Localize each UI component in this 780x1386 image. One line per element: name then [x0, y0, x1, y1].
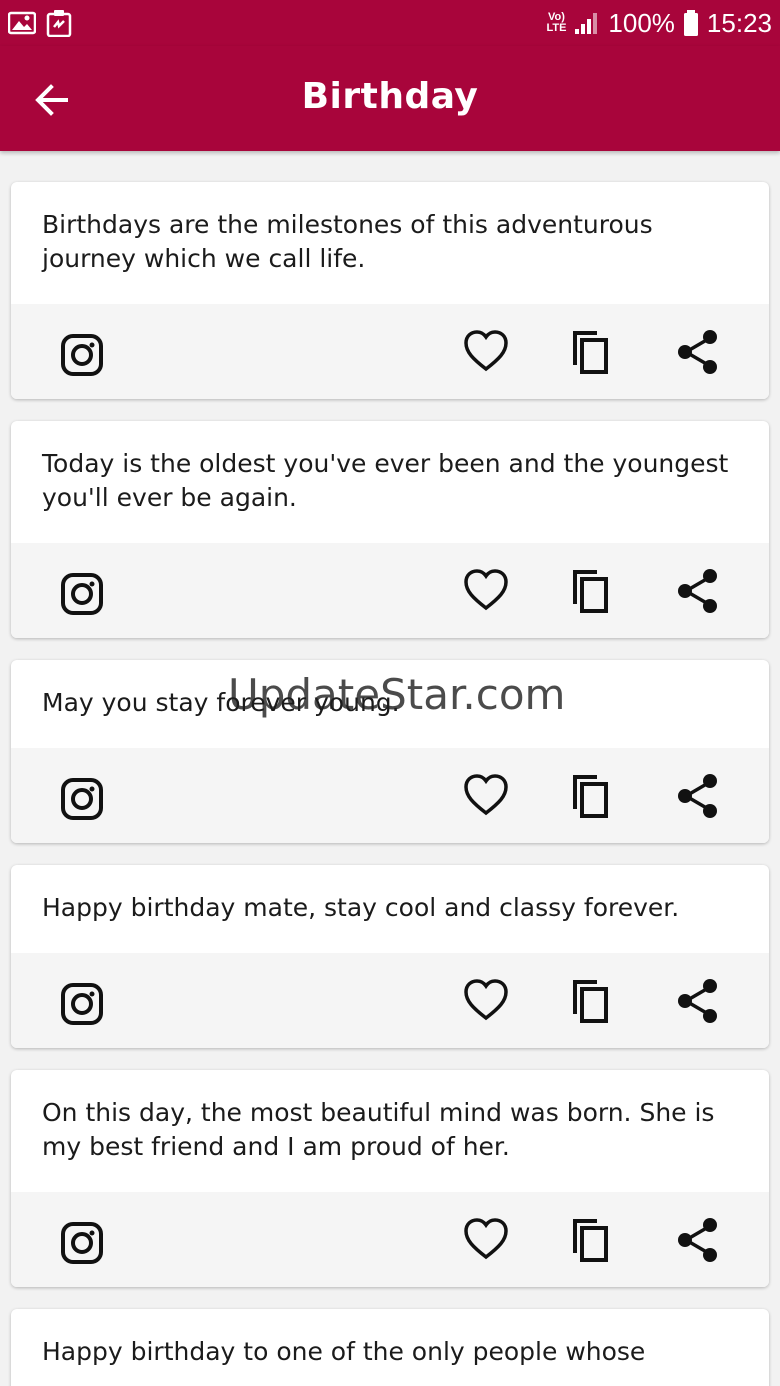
copy-button[interactable] — [567, 976, 617, 1026]
copy-icon — [573, 570, 608, 613]
gallery-icon — [8, 11, 36, 35]
heart-icon — [464, 330, 508, 372]
quote-card: Birthdays are the milestones of this adv… — [11, 182, 769, 399]
quote-card: On this day, the most beautiful mind was… — [11, 1070, 769, 1287]
quote-actions — [11, 1192, 769, 1287]
quote-actions — [11, 953, 769, 1048]
copy-button[interactable] — [567, 566, 617, 616]
heart-icon — [464, 774, 508, 816]
share-button[interactable] — [673, 1215, 723, 1265]
quote-card: Happy birthday to one of the only people… — [11, 1309, 769, 1386]
copy-button[interactable] — [567, 1215, 617, 1265]
copy-icon — [573, 775, 608, 818]
instagram-icon — [61, 1222, 103, 1264]
favorite-button[interactable] — [461, 1215, 511, 1265]
share-button[interactable] — [673, 771, 723, 821]
quote-card: May you stay forever young. — [11, 660, 769, 843]
quote-text: Happy birthday mate, stay cool and class… — [42, 893, 680, 922]
quote-text: Happy birthday to one of the only people… — [42, 1337, 646, 1366]
instagram-share-button[interactable] — [57, 1218, 107, 1268]
page-title: Birthday — [301, 76, 479, 117]
favorite-button[interactable] — [461, 327, 511, 377]
volte-indicator: Vo) LTE — [546, 11, 567, 34]
share-icon — [678, 774, 717, 818]
quote-list[interactable]: Birthdays are the milestones of this adv… — [11, 182, 769, 1386]
battery-icon — [683, 10, 698, 36]
heart-icon — [464, 979, 508, 1021]
app-bar: Birthday — [0, 46, 780, 151]
share-button[interactable] — [673, 976, 723, 1026]
instagram-share-button[interactable] — [57, 569, 107, 619]
signal-icon — [575, 13, 598, 34]
share-icon — [678, 1218, 717, 1262]
quote-text: Birthdays are the milestones of this adv… — [42, 210, 653, 273]
favorite-button[interactable] — [461, 976, 511, 1026]
favorite-button[interactable] — [461, 771, 511, 821]
quote-actions — [11, 304, 769, 399]
heart-icon — [464, 1218, 508, 1260]
share-icon — [678, 330, 717, 374]
quote-actions — [11, 748, 769, 843]
copy-icon — [573, 1219, 608, 1262]
instagram-share-button[interactable] — [57, 330, 107, 380]
share-icon — [678, 569, 717, 613]
copy-icon — [573, 980, 608, 1023]
instagram-icon — [61, 573, 103, 615]
instagram-icon — [61, 334, 103, 376]
quote-card: Happy birthday mate, stay cool and class… — [11, 865, 769, 1048]
instagram-share-button[interactable] — [57, 979, 107, 1029]
instagram-icon — [61, 983, 103, 1025]
copy-button[interactable] — [567, 771, 617, 821]
quote-actions — [11, 543, 769, 638]
clipboard-icon — [46, 10, 72, 37]
share-button[interactable] — [673, 566, 723, 616]
quote-card: Today is the oldest you've ever been and… — [11, 421, 769, 638]
status-bar: Vo) LTE 100% 15:23 — [0, 0, 780, 46]
heart-icon — [464, 569, 508, 611]
clock: 15:23 — [706, 7, 772, 38]
share-icon — [678, 979, 717, 1023]
quote-text: On this day, the most beautiful mind was… — [42, 1098, 715, 1161]
copy-button[interactable] — [567, 327, 617, 377]
share-button[interactable] — [673, 327, 723, 377]
instagram-share-button[interactable] — [57, 774, 107, 824]
instagram-icon — [61, 778, 103, 820]
quote-text: May you stay forever young. — [42, 688, 400, 717]
quote-text: Today is the oldest you've ever been and… — [42, 449, 729, 512]
favorite-button[interactable] — [461, 566, 511, 616]
battery-percent: 100% — [608, 7, 675, 38]
copy-icon — [573, 331, 608, 374]
